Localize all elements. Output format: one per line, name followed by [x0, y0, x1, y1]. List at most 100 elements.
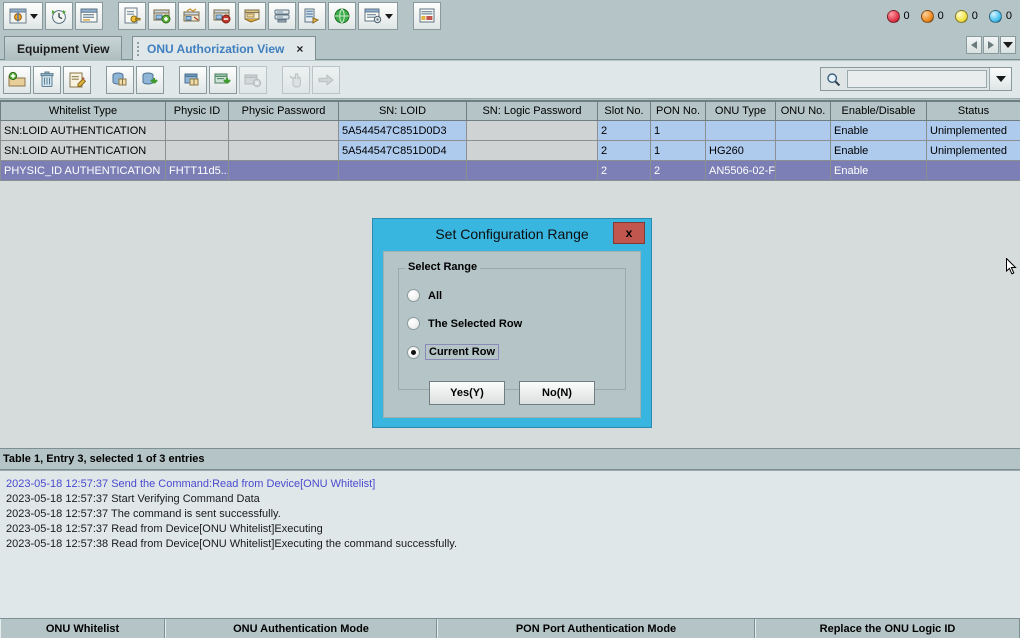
dialog-button-row: Yes(Y) No(N): [384, 381, 640, 405]
manual-authorize-button[interactable]: [282, 66, 310, 94]
discover-device-button[interactable]: [178, 2, 206, 30]
column-header-physic-password[interactable]: Physic Password: [229, 102, 339, 121]
no-button[interactable]: No(N): [519, 381, 595, 405]
log-panel[interactable]: 2023-05-18 12:57:37 Send the Command:Rea…: [0, 470, 1020, 618]
table-row[interactable]: PHYSIC_ID AUTHENTICATIONFHTT11d5...22AN5…: [1, 161, 1020, 181]
delete-record-button[interactable]: [33, 66, 61, 94]
table-cell[interactable]: [927, 161, 1020, 181]
table-cell[interactable]: AN5506-02-F: [706, 161, 776, 181]
load-from-db-button[interactable]: [179, 66, 207, 94]
table-cell[interactable]: FHTT11d5...: [166, 161, 229, 181]
table-cell[interactable]: PHYSIC_ID AUTHENTICATION: [1, 161, 166, 181]
critical-alarm-indicator[interactable]: 0: [887, 10, 910, 23]
column-header-whitelist-type[interactable]: Whitelist Type: [1, 102, 166, 121]
column-header-onu-type[interactable]: ONU Type: [706, 102, 776, 121]
column-header-onu-no[interactable]: ONU No.: [776, 102, 831, 121]
table-cell[interactable]: 5A544547C851D0D3: [339, 121, 467, 141]
table-cell[interactable]: [776, 161, 831, 181]
onu-list-button[interactable]: [75, 2, 103, 30]
authorization-button[interactable]: [118, 2, 146, 30]
table-cell[interactable]: 2: [598, 141, 651, 161]
radio-option-current-row[interactable]: Current Row: [407, 345, 496, 359]
column-header-physic-id[interactable]: Physic ID: [166, 102, 229, 121]
table-cell[interactable]: Enable: [831, 161, 927, 181]
chevron-down-icon[interactable]: [30, 14, 38, 19]
column-header-pon-no[interactable]: PON No.: [651, 102, 706, 121]
device-panel-button[interactable]: [3, 2, 43, 30]
add-record-button[interactable]: [3, 66, 31, 94]
table-cell[interactable]: Unimplemented: [927, 141, 1020, 161]
chevron-down-icon[interactable]: [385, 14, 393, 19]
column-header-sn-loid[interactable]: SN: LOID: [339, 102, 467, 121]
add-device-button[interactable]: [148, 2, 176, 30]
device-config-button[interactable]: [238, 2, 266, 30]
table-cell[interactable]: 1: [651, 121, 706, 141]
column-header-status[interactable]: Status: [927, 102, 1020, 121]
table-cell[interactable]: 1: [651, 141, 706, 161]
window-settings-button[interactable]: [358, 2, 398, 30]
function-tab-pon-port-authentication-mode[interactable]: PON Port Authentication Mode: [437, 619, 755, 638]
table-cell[interactable]: SN:LOID AUTHENTICATION: [1, 141, 166, 161]
table-row[interactable]: SN:LOID AUTHENTICATION 5A544547C851D0D4 21…: [1, 141, 1020, 161]
search-icon[interactable]: [821, 68, 845, 90]
table-cell[interactable]: [166, 141, 229, 161]
table-cell[interactable]: Enable: [831, 121, 927, 141]
write-to-device-button[interactable]: [136, 66, 164, 94]
search-input[interactable]: [847, 70, 987, 88]
tab-scroll-right-button[interactable]: [983, 36, 999, 54]
column-header-sn-logic-password[interactable]: SN: Logic Password: [467, 102, 598, 121]
save-to-db-button[interactable]: [209, 66, 237, 94]
table-cell[interactable]: [776, 121, 831, 141]
column-header-enable-disable[interactable]: Enable/Disable: [831, 102, 927, 121]
radio-selected-row-icon[interactable]: [407, 317, 420, 330]
warning-alarm-indicator[interactable]: 0: [989, 10, 1012, 23]
table-cell[interactable]: Unimplemented: [927, 121, 1020, 141]
table-cell[interactable]: [467, 121, 598, 141]
function-tab-onu-whitelist[interactable]: ONU Whitelist: [0, 619, 165, 638]
function-tab-onu-authentication-mode[interactable]: ONU Authentication Mode: [165, 619, 437, 638]
major-alarm-indicator[interactable]: 0: [921, 10, 944, 23]
tab-scroll-left-button[interactable]: [966, 36, 982, 54]
read-from-device-button[interactable]: [106, 66, 134, 94]
table-cell[interactable]: [776, 141, 831, 161]
tab-list-dropdown-button[interactable]: [1000, 36, 1016, 54]
table-cell[interactable]: [467, 161, 598, 181]
search-history-dropdown[interactable]: [989, 68, 1011, 90]
tab-close-icon[interactable]: ×: [296, 42, 303, 56]
table-cell[interactable]: HG260: [706, 141, 776, 161]
table-cell[interactable]: [339, 161, 467, 181]
table-cell[interactable]: [166, 121, 229, 141]
cancel-operation-button[interactable]: [239, 66, 267, 94]
column-header-slot-no[interactable]: Slot No.: [598, 102, 651, 121]
server-button[interactable]: [268, 2, 296, 30]
minor-alarm-indicator[interactable]: 0: [955, 10, 978, 23]
dialog-close-button[interactable]: x: [613, 222, 645, 244]
network-globe-button[interactable]: [328, 2, 356, 30]
tab-onu-authorization-view[interactable]: ONU Authorization View ×: [132, 36, 316, 60]
modify-record-button[interactable]: [63, 66, 91, 94]
table-cell[interactable]: Enable: [831, 141, 927, 161]
radio-all-icon[interactable]: [407, 289, 420, 302]
apply-forward-button[interactable]: [312, 66, 340, 94]
table-cell[interactable]: [229, 121, 339, 141]
report-button[interactable]: [413, 2, 441, 30]
table-cell[interactable]: 2: [651, 161, 706, 181]
table-cell[interactable]: [229, 161, 339, 181]
table-cell[interactable]: 5A544547C851D0D4: [339, 141, 467, 161]
table-row[interactable]: SN:LOID AUTHENTICATION 5A544547C851D0D3 21…: [1, 121, 1020, 141]
radio-option-all[interactable]: All: [407, 289, 442, 302]
tab-equipment-view[interactable]: Equipment View: [4, 36, 122, 60]
table-cell[interactable]: 2: [598, 161, 651, 181]
database-rack-button[interactable]: [298, 2, 326, 30]
table-cell[interactable]: [706, 121, 776, 141]
function-tab-replace-the-onu-logic-id[interactable]: Replace the ONU Logic ID: [755, 619, 1020, 638]
remove-device-button[interactable]: [208, 2, 236, 30]
scheduled-task-button[interactable]: [45, 2, 73, 30]
table-cell[interactable]: SN:LOID AUTHENTICATION: [1, 121, 166, 141]
table-cell[interactable]: 2: [598, 121, 651, 141]
radio-current-row-icon[interactable]: [407, 346, 420, 359]
radio-option-selected-row[interactable]: The Selected Row: [407, 317, 522, 330]
table-cell[interactable]: [229, 141, 339, 161]
table-cell[interactable]: [467, 141, 598, 161]
yes-button[interactable]: Yes(Y): [429, 381, 505, 405]
